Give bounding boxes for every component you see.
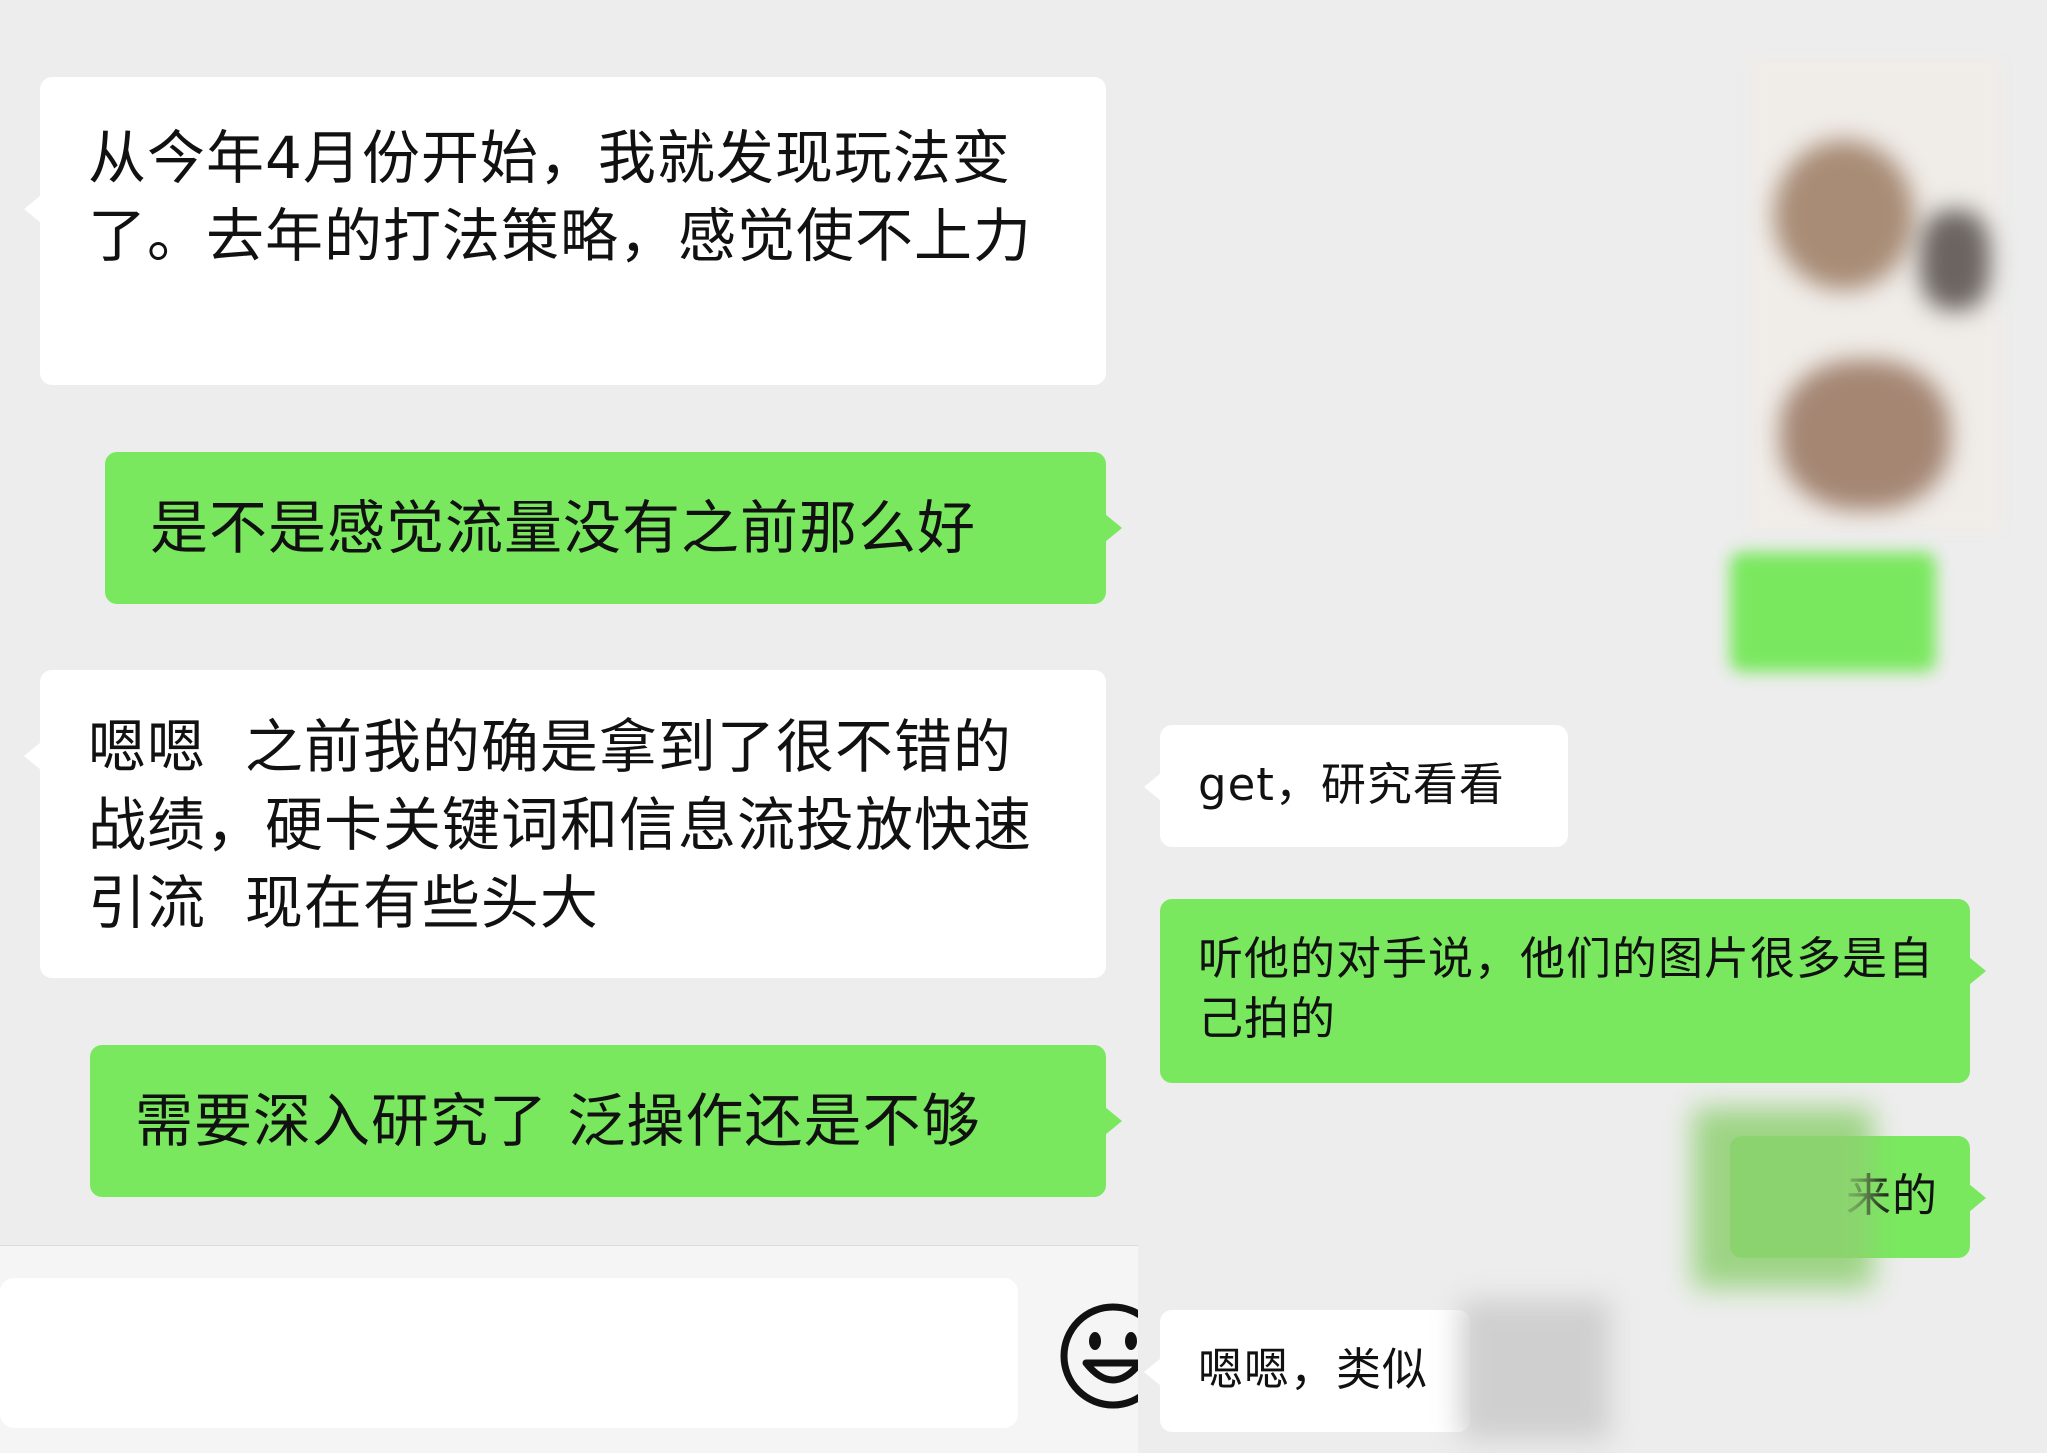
blurred-image-message[interactable] (1750, 60, 2000, 530)
message-input-bar (0, 1245, 1138, 1453)
blurred-message-overlay (1460, 1300, 1610, 1440)
chat-message-received[interactable]: get，研究看看 (1144, 725, 1568, 847)
blurred-message-overlay (1693, 1108, 1873, 1288)
left-chat-panel: 从今年4月份开始，我就发现玩法变了。去年的打法策略，感觉使不上力 是不是感觉流量… (0, 0, 1138, 1453)
message-text: 是不是感觉流量没有之前那么好 (150, 494, 977, 562)
chat-message-sent[interactable]: 需要深入研究了 泛操作还是不够 (90, 1045, 1122, 1197)
smiley-face-icon[interactable] (1058, 1301, 1138, 1411)
blurred-sent-message[interactable] (1730, 552, 1936, 672)
right-chat-panel: get，研究看看 听他的对手说，他们的图片很多是自己拍的 来的 嗯嗯，类似 (1138, 0, 2047, 1453)
chat-message-received[interactable]: 嗯嗯 之前我的确是拿到了很不错的战绩，硬卡关键词和信息流投放快速引流 现在有些头… (24, 670, 1106, 978)
message-text: 听他的对手说，他们的图片很多是自己拍的 (1198, 932, 1935, 1045)
chat-message-received[interactable]: 嗯嗯，类似 (1144, 1310, 1470, 1432)
message-text: 从今年4月份开始，我就发现玩法变了。去年的打法策略，感觉使不上力 (88, 124, 1033, 270)
chat-message-sent[interactable]: 听他的对手说，他们的图片很多是自己拍的 (1160, 899, 1986, 1083)
message-text: get，研究看看 (1198, 758, 1505, 811)
message-input[interactable] (0, 1278, 1018, 1428)
message-text: 嗯嗯 之前我的确是拿到了很不错的战绩，硬卡关键词和信息流投放快速引流 现在有些头… (88, 713, 1033, 937)
message-text: 需要深入研究了 泛操作还是不够 (135, 1087, 981, 1155)
chat-message-received[interactable]: 从今年4月份开始，我就发现玩法变了。去年的打法策略，感觉使不上力 (24, 77, 1106, 385)
chat-message-sent[interactable]: 是不是感觉流量没有之前那么好 (105, 452, 1122, 604)
message-text: 嗯嗯，类似 (1198, 1343, 1429, 1396)
